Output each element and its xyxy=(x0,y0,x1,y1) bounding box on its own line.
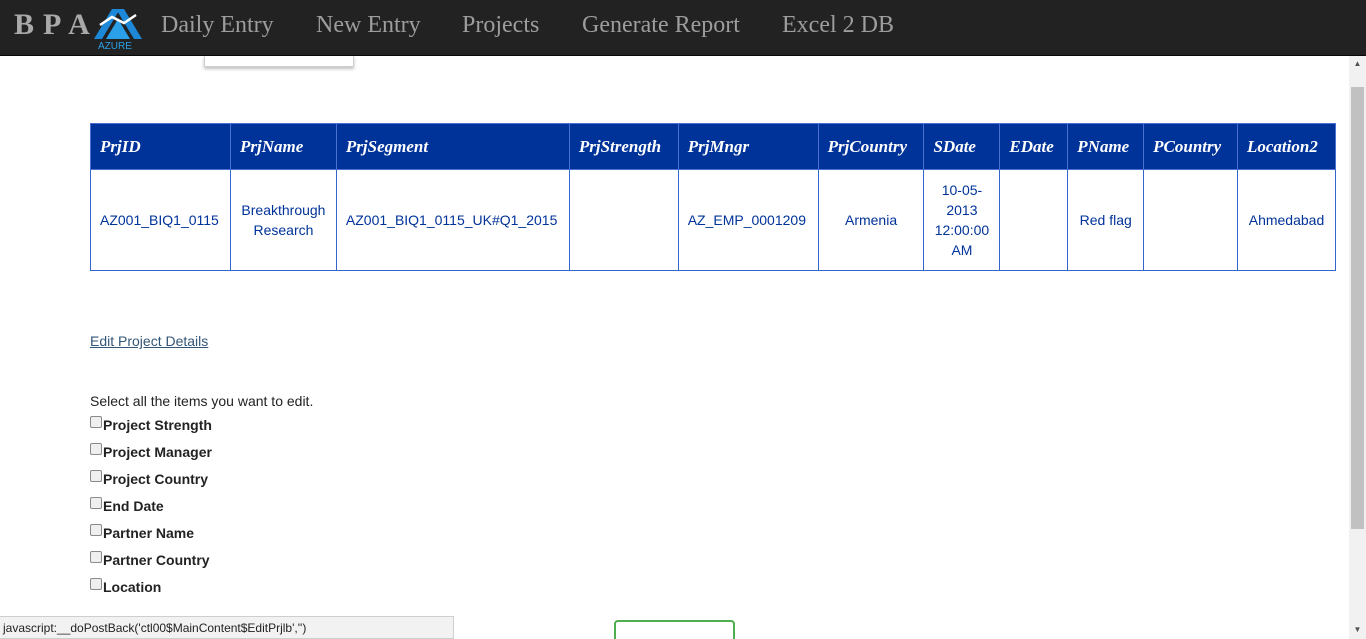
end-date-label[interactable]: End Date xyxy=(103,498,164,514)
cell-prjname: Breakthrough Research xyxy=(229,169,337,271)
cell-sdate-line3: 12:00:00 xyxy=(934,222,990,238)
checkbox-row-location[interactable]: Location xyxy=(90,577,161,597)
scrollbar-thumb[interactable] xyxy=(1351,87,1364,529)
partner-name-label[interactable]: Partner Name xyxy=(103,525,194,541)
cell-sdate-line2: 2013 xyxy=(946,202,978,218)
partner-name-checkbox[interactable] xyxy=(90,524,102,536)
col-header-pcountry: PCountry xyxy=(1143,123,1238,170)
location-checkbox[interactable] xyxy=(90,578,102,590)
checkbox-row-partner-country[interactable]: Partner Country xyxy=(90,550,210,570)
collapsed-dropdown xyxy=(204,56,354,67)
cell-sdate: 10-05- 2013 12:00:00 AM xyxy=(923,169,1001,271)
end-date-checkbox[interactable] xyxy=(90,497,102,509)
cell-prjmngr: AZ_EMP_0001209 xyxy=(677,169,819,271)
col-header-prjsegment: PrjSegment xyxy=(335,123,570,170)
project-grid: PrjID PrjName PrjSegment PrjStrength Prj… xyxy=(90,123,1337,271)
project-manager-label[interactable]: Project Manager xyxy=(103,444,212,460)
nav-new-entry[interactable]: New Entry xyxy=(316,12,421,39)
col-header-prjid: PrjID xyxy=(90,123,231,170)
cell-sdate-line1: 10-05- xyxy=(941,182,983,198)
nav-excel-2-db[interactable]: Excel 2 DB xyxy=(782,12,894,39)
cell-prjsegment: AZ001_BIQ1_0115_UK#Q1_2015 xyxy=(335,169,570,271)
col-header-prjcountry: PrjCountry xyxy=(817,123,925,170)
edit-instructions: Select all the items you want to edit. xyxy=(90,393,314,409)
cell-sdate-line4: AM xyxy=(951,242,973,258)
scroll-up-icon[interactable]: ▲ xyxy=(1351,57,1364,71)
project-country-label[interactable]: Project Country xyxy=(103,471,208,487)
navbar: BPA AZURE Daily Entry New Entry Projects… xyxy=(0,0,1366,56)
cell-edate xyxy=(999,169,1069,271)
done-editing-button[interactable] xyxy=(614,620,735,639)
scroll-down-icon[interactable]: ▼ xyxy=(1351,623,1364,637)
col-header-prjmngr: PrjMngr xyxy=(677,123,819,170)
checkbox-row-project-strength[interactable]: Project Strength xyxy=(90,415,212,435)
browser-status-bar: javascript:__doPostBack('ctl00$MainConte… xyxy=(0,616,454,639)
nav-daily-entry[interactable]: Daily Entry xyxy=(161,12,274,39)
grid-header-row: PrjID PrjName PrjSegment PrjStrength Prj… xyxy=(90,123,1337,170)
location-label[interactable]: Location xyxy=(103,579,161,595)
nav-generate-report[interactable]: Generate Report xyxy=(582,12,740,39)
cell-prjname-line1: Breakthrough xyxy=(241,202,326,218)
checkbox-row-end-date[interactable]: End Date xyxy=(90,496,164,516)
cell-prjid: AZ001_BIQ1_0115 xyxy=(90,169,231,271)
project-strength-label[interactable]: Project Strength xyxy=(103,417,212,433)
cell-location2: Ahmedabad xyxy=(1236,169,1337,271)
col-header-edate: EDate xyxy=(999,123,1069,170)
col-header-prjstrength: PrjStrength xyxy=(568,123,679,170)
table-row: AZ001_BIQ1_0115 Breakthrough Research AZ… xyxy=(90,169,1337,271)
cell-pcountry xyxy=(1143,169,1238,271)
col-header-location2: Location2 xyxy=(1236,123,1337,170)
partner-country-label[interactable]: Partner Country xyxy=(103,552,210,568)
partner-country-checkbox[interactable] xyxy=(90,551,102,563)
logo-text: AZURE xyxy=(98,41,132,51)
nav-projects[interactable]: Projects xyxy=(462,12,539,39)
brand-text[interactable]: BPA xyxy=(14,8,99,42)
azure-logo-icon[interactable]: AZURE xyxy=(90,5,146,51)
cell-pname: Red flag xyxy=(1067,169,1145,271)
project-strength-checkbox[interactable] xyxy=(90,416,102,428)
cell-prjname-line2: Research xyxy=(253,222,314,238)
project-country-checkbox[interactable] xyxy=(90,470,102,482)
edit-project-details-link[interactable]: Edit Project Details xyxy=(90,333,208,349)
checkbox-row-partner-name[interactable]: Partner Name xyxy=(90,523,194,543)
cell-prjstrength xyxy=(568,169,679,271)
col-header-prjname: PrjName xyxy=(229,123,337,170)
col-header-pname: PName xyxy=(1067,123,1145,170)
cell-prjcountry: Armenia xyxy=(817,169,925,271)
col-header-sdate: SDate xyxy=(923,123,1001,170)
checkbox-row-project-country[interactable]: Project Country xyxy=(90,469,208,489)
project-manager-checkbox[interactable] xyxy=(90,443,102,455)
checkbox-row-project-manager[interactable]: Project Manager xyxy=(90,442,212,462)
